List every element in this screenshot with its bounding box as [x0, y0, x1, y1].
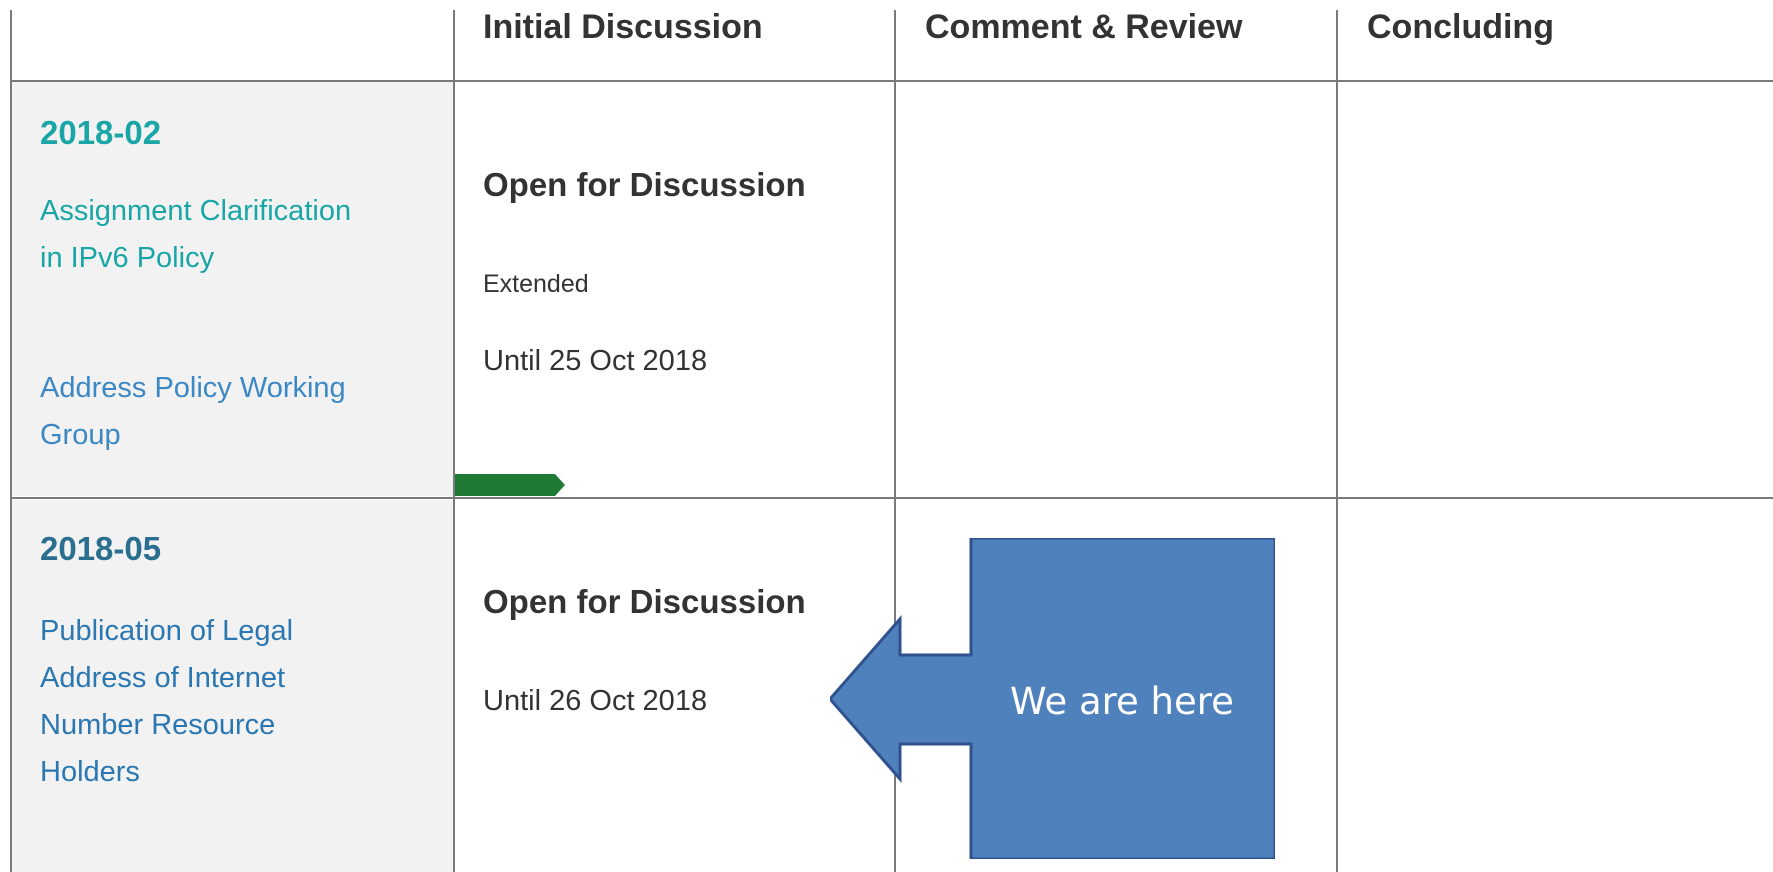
column-header-comment-review: Comment & Review [925, 8, 1243, 46]
working-group-line: Group [40, 419, 121, 451]
grid-line [10, 10, 12, 872]
proposal-title-link[interactable]: Publication of Legal Address of Internet… [40, 608, 293, 796]
deadline-text: Until 26 Oct 2018 [483, 685, 708, 717]
callout-label: We are here [1010, 680, 1234, 723]
grid-line [453, 10, 455, 872]
proposal-id-link[interactable]: 2018-02 [40, 114, 161, 152]
proposal-id-link[interactable]: 2018-05 [40, 530, 161, 568]
working-group-line: Address Policy Working [40, 372, 346, 404]
progress-indicator [455, 474, 565, 496]
working-group-link[interactable]: Address Policy Working Group [40, 365, 346, 459]
grid-line [10, 497, 1773, 499]
proposal-title-line: in IPv6 Policy [40, 242, 215, 274]
grid-line [10, 80, 1773, 82]
deadline-text: Until 25 Oct 2018 [483, 345, 708, 377]
status-note: Extended [483, 270, 589, 298]
proposal-title-line: Holders [40, 756, 140, 788]
progress-arrow-shape [455, 474, 565, 496]
status-label: Open for Discussion [483, 583, 806, 620]
proposal-title-line: Address of Internet [40, 662, 286, 694]
status-label: Open for Discussion [483, 166, 806, 203]
grid-line [1336, 10, 1338, 872]
column-header-concluding: Concluding [1367, 8, 1554, 46]
column-header-initial-discussion: Initial Discussion [483, 8, 763, 46]
proposal-title-line: Assignment Clarification [40, 195, 352, 227]
proposal-title-link[interactable]: Assignment Clarification in IPv6 Policy [40, 188, 351, 282]
proposal-title-line: Publication of Legal [40, 615, 294, 647]
proposal-title-line: Number Resource [40, 709, 276, 741]
proposal-table: Initial Discussion Comment & Review Conc… [0, 0, 1773, 872]
